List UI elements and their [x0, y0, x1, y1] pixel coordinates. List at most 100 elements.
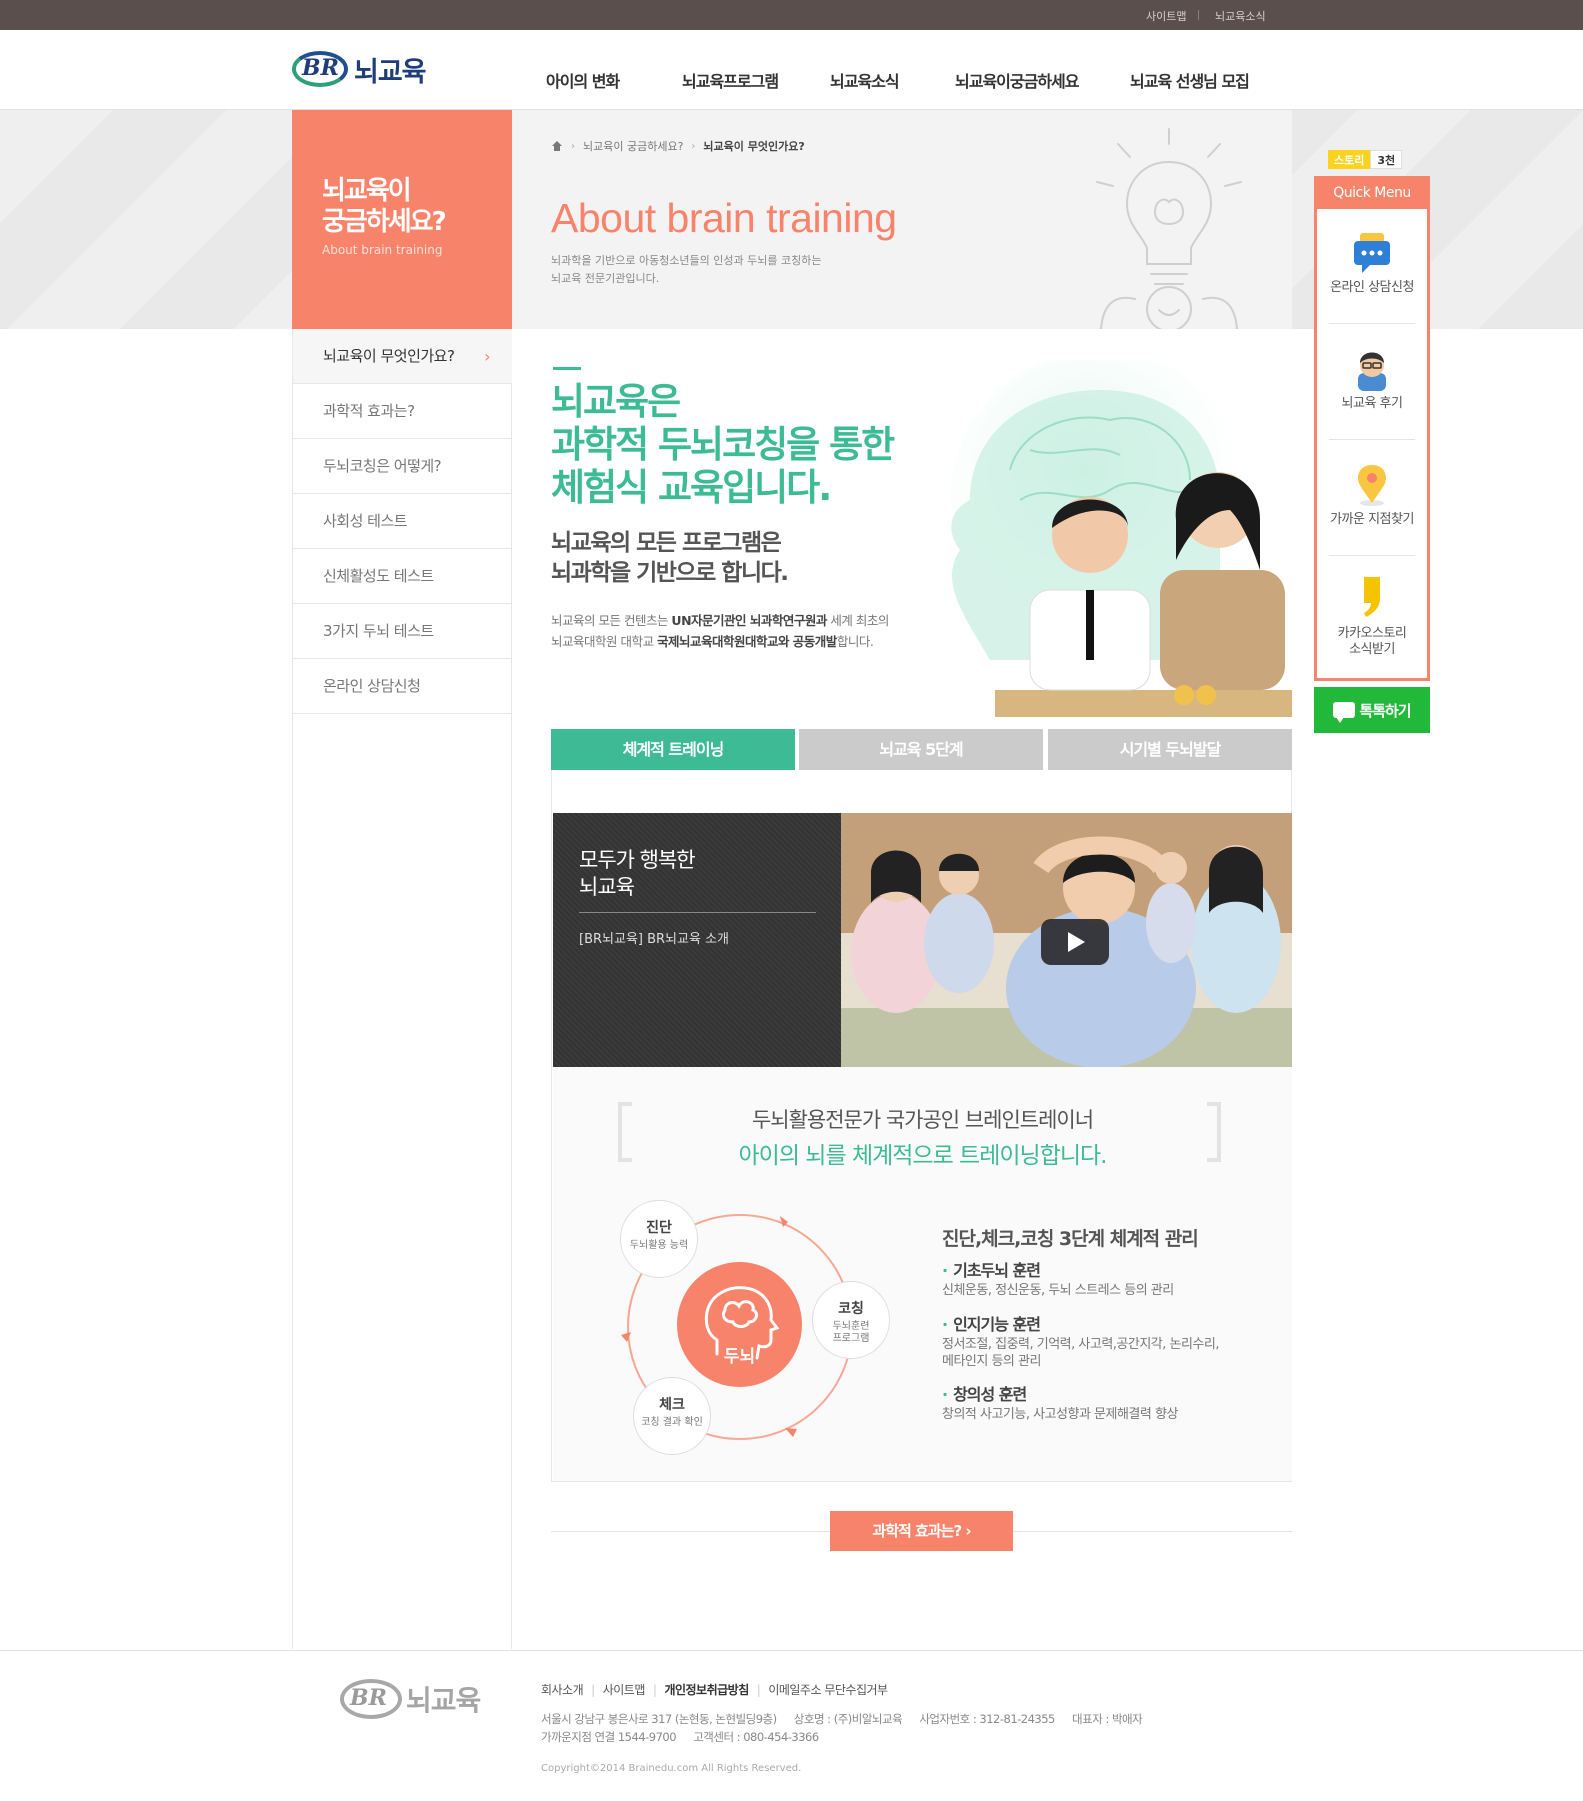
gnb-item-news[interactable]: 뇌교육소식	[830, 68, 900, 92]
footer-info-line1: 서울시 강남구 봉은사로 317 (논현동, 논현빌딩9층) 상호명 : (주)…	[541, 1711, 1143, 1727]
footer-logo-mark-text: BR	[350, 1685, 387, 1711]
cycle-node-subtitle: 두뇌훈련 프로그램	[813, 1321, 889, 1345]
quick-item-label: 온라인 상담신청	[1330, 280, 1414, 295]
cycle-core: 두뇌	[677, 1262, 802, 1387]
news-link[interactable]: 뇌교육소식	[1215, 8, 1266, 24]
cycle-node-title: 코칭	[838, 1301, 864, 1317]
video-subtitle: [BR뇌교육] BR뇌교육 소개	[579, 932, 729, 947]
chevron-right-icon: ›	[691, 140, 696, 152]
section-title-line1: 뇌교육이	[322, 176, 412, 206]
video-section: 모두가 행복한 뇌교육 [BR뇌교육] BR뇌교육 소개	[553, 813, 1292, 1067]
gnb-item-recruit[interactable]: 뇌교육 선생님 모집	[1130, 68, 1250, 92]
page-description: 뇌과학을 기반으로 아동청소년들의 인성과 두뇌를 코칭하는 뇌교육 전문기관입…	[551, 252, 851, 288]
footer-link-sitemap[interactable]: 사이트맵	[603, 1681, 646, 1698]
divider	[579, 912, 816, 913]
chevron-right-icon: ›	[484, 347, 490, 366]
cycle-node-diagnosis: 진단 두뇌활용 능력	[620, 1200, 698, 1278]
quick-item-consult[interactable]: 온라인 상담신청	[1317, 231, 1427, 296]
side-menu-item-effect[interactable]: 과학적 효과는?	[293, 384, 512, 439]
video-player[interactable]	[841, 813, 1292, 1067]
footer-link-company[interactable]: 회사소개	[541, 1681, 584, 1698]
side-menu-item-body-test[interactable]: 신체활성도 테스트	[293, 549, 512, 604]
management-item-text: 창의적 사고기능, 사고성향과 문제해결력 향상	[942, 1407, 1178, 1422]
intro-subheadline: 뇌교육의 모든 프로그램은 뇌과학을 기반으로 합니다.	[551, 528, 789, 588]
chevron-right-icon: ›	[571, 140, 575, 152]
play-icon[interactable]	[1041, 919, 1109, 965]
home-icon[interactable]	[551, 140, 563, 152]
cycle-node-coaching: 코칭 두뇌훈련 프로그램	[812, 1281, 890, 1359]
tab-five-steps[interactable]: 뇌교육 5단계	[799, 729, 1043, 770]
footer-link-privacy[interactable]: 개인정보취급방침	[664, 1681, 749, 1698]
quick-item-review[interactable]: 뇌교육 후기	[1317, 347, 1427, 412]
side-menu-item-consult[interactable]: 온라인 상담신청	[293, 659, 512, 714]
footer-bizno: 사업자번호 : 312-81-24355	[919, 1712, 1055, 1726]
gnb-item-about[interactable]: 뇌교육이궁금하세요	[955, 68, 1079, 92]
intro-headline: 뇌교육은 과학적 두뇌코칭을 통한 체험식 교육입니다.	[551, 380, 895, 509]
quick-item-label: 소식받기	[1349, 642, 1395, 657]
video-title-line1: 모두가 행복한	[579, 848, 696, 872]
footer-logo: BR 뇌교육	[340, 1679, 481, 1719]
breadcrumb-item[interactable]: 뇌교육이 궁금하세요?	[583, 138, 683, 154]
util-divider	[1198, 10, 1199, 20]
video-caption-panel: 모두가 행복한 뇌교육 [BR뇌교육] BR뇌교육 소개	[553, 813, 841, 1067]
side-menu: 뇌교육이 무엇인가요? › 과학적 효과는? 두뇌코칭은 어떻게? 사회성 테스…	[292, 329, 512, 1649]
gnb-item-change[interactable]: 아이의 변화	[546, 68, 620, 92]
intro-description: 뇌교육의 모든 컨텐츠는 UN자문기관인 뇌과학연구원과 세계 최초의 뇌교육대…	[551, 610, 889, 652]
cycle-node-subtitle-line2: 프로그램	[832, 1333, 870, 1344]
side-menu-item-social-test[interactable]: 사회성 테스트	[293, 494, 512, 549]
side-menu-label: 뇌교육이 무엇인가요?	[323, 347, 455, 365]
tab-development-stages[interactable]: 시기별 두뇌발달	[1048, 729, 1292, 770]
intro-desc-part: 뇌교육대학원 대학교	[551, 634, 657, 649]
footer-logo-name: 뇌교육	[406, 1684, 481, 1717]
footer-link-separator: |	[652, 1682, 657, 1697]
quick-item-kakaostory[interactable]: 카카오스토리 소식받기	[1317, 573, 1427, 658]
intro-headline-line2: 과학적 두뇌코칭을 통한	[551, 423, 895, 466]
map-pin-icon	[1358, 465, 1386, 506]
intro-subheadline-line1: 뇌교육의 모든 프로그램은	[551, 530, 782, 556]
quick-item-label: 카카오스토리	[1337, 626, 1407, 641]
management-item-text: 정서조절, 집중력, 기억력, 사고력,공간지각, 논리수리,	[942, 1337, 1219, 1352]
gnb-item-program[interactable]: 뇌교육프로그램	[682, 68, 779, 92]
management-item-text: 메타인지 등의 관리	[942, 1354, 1041, 1369]
story-label: 스토리	[1328, 150, 1371, 169]
footer-company: 상호명 : (주)비알뇌교육	[793, 1712, 903, 1726]
cycle-node-title: 진단	[646, 1220, 672, 1236]
side-menu-item-coaching[interactable]: 두뇌코칭은 어떻게?	[293, 439, 512, 494]
logo-mark-text: BR	[302, 55, 339, 81]
management-item: 인지기능 훈련 정서조절, 집중력, 기억력, 사고력,공간지각, 논리수리, …	[942, 1316, 1272, 1370]
sitemap-link[interactable]: 사이트맵	[1146, 8, 1186, 24]
cycle-node-title: 체크	[659, 1397, 685, 1413]
footer-ceo: 대표자 : 박애자	[1072, 1712, 1143, 1726]
quick-menu-header: Quick Menu	[1317, 179, 1427, 209]
talk-button[interactable]: 톡톡하기	[1314, 687, 1430, 733]
tab-systematic-training[interactable]: 체계적 트레이닝	[551, 729, 795, 778]
kakaostory-icon	[1364, 577, 1380, 617]
student-avatar-icon	[1358, 352, 1386, 391]
management-item-title: 인지기능 훈련	[942, 1316, 1272, 1333]
talk-label: 톡톡하기	[1359, 701, 1411, 720]
cycle-node-subtitle: 코칭 결과 확인	[641, 1417, 703, 1428]
logo[interactable]: BR 뇌교육	[290, 47, 427, 91]
management-item-text: 신체운동, 정신운동, 두뇌 스트레스 등의 관리	[942, 1283, 1174, 1298]
intro-desc-part: 뇌교육의 모든 컨텐츠는	[551, 613, 672, 628]
lightbulb-icon	[1096, 128, 1242, 329]
quick-item-label: 가까운 지점찾기	[1330, 512, 1414, 527]
hero-illustration	[900, 360, 1292, 717]
next-section-button[interactable]: 과학적 효과는? ›	[830, 1511, 1013, 1551]
story-badge[interactable]: 스토리 3천	[1328, 150, 1403, 169]
intro-headline-line3: 체험식 교육입니다.	[551, 466, 832, 509]
logo-mark: BR	[290, 47, 352, 91]
quick-menu: Quick Menu 온라인 상담신청 뇌교육 후기 가까운 지점찾기 카카오스…	[1314, 176, 1430, 681]
footer-link-email-policy[interactable]: 이메일주소 무단수집거부	[768, 1681, 888, 1698]
footer-cs: 고객센터 : 080-454-3366	[693, 1730, 819, 1744]
side-menu-item-brain-test[interactable]: 3가지 두뇌 테스트	[293, 604, 512, 659]
header: BR 뇌교육 아이의 변화 뇌교육프로그램 뇌교육소식 뇌교육이궁금하세요 뇌교…	[0, 30, 1583, 110]
content-tabs: 체계적 트레이닝 뇌교육 5단계 시기별 두뇌발달	[551, 729, 1292, 778]
page-description-line2: 뇌교육 전문기관입니다.	[551, 272, 660, 285]
quick-item-branch[interactable]: 가까운 지점찾기	[1317, 463, 1427, 528]
breadcrumb: › 뇌교육이 궁금하세요? › 뇌교육이 무엇인가요?	[551, 138, 805, 154]
section-title-box: 뇌교육이 궁금하세요? About brain training	[292, 110, 512, 329]
intro-headline-line1: 뇌교육은	[551, 380, 681, 423]
footer-address: 서울시 강남구 봉은사로 317 (논현동, 논현빌딩9층)	[541, 1712, 777, 1726]
side-menu-item-what[interactable]: 뇌교육이 무엇인가요? ›	[293, 329, 512, 384]
